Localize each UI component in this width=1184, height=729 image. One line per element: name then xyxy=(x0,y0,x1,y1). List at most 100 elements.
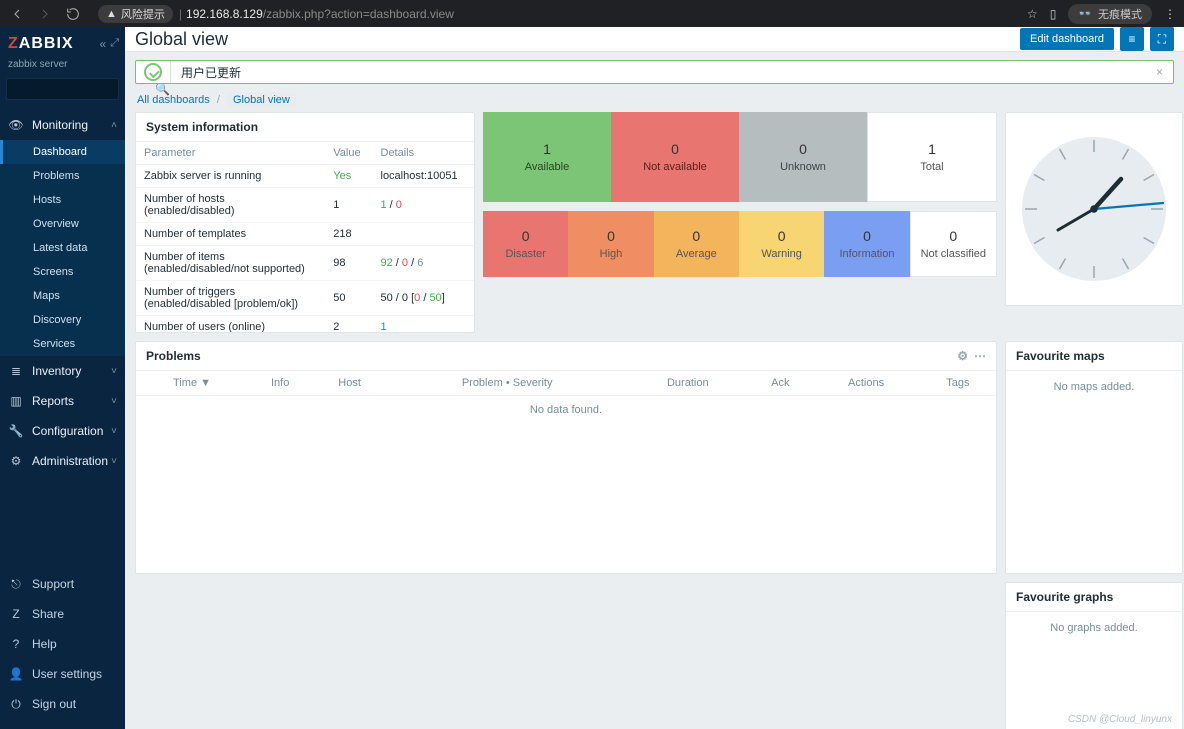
problems-th[interactable]: Problem • Severity xyxy=(387,371,627,396)
sidebar-item-services[interactable]: Services xyxy=(0,332,125,356)
nav-reports-label: Reports xyxy=(32,394,74,408)
gear-icon: ⚙ xyxy=(8,453,24,469)
chevron-down-icon: ˅ xyxy=(111,456,117,467)
status-tile-total[interactable]: 1Total xyxy=(867,112,997,202)
breadcrumb: All dashboards / Global view xyxy=(125,84,1184,112)
status-tile-not-classified[interactable]: 0Not classified xyxy=(910,211,997,277)
nav-inventory-label: Inventory xyxy=(32,364,81,378)
wrench-icon: 🔧 xyxy=(8,423,24,439)
favgraphs-empty: No graphs added. xyxy=(1006,612,1182,644)
sidebar-share[interactable]: ZShare xyxy=(0,599,125,629)
nav-configuration-label: Configuration xyxy=(32,424,103,438)
titlebar: Global view Edit dashboard ≡ ⛶ xyxy=(125,27,1184,52)
status-tile-not-available[interactable]: 0Not available xyxy=(611,112,739,202)
nav-reports[interactable]: ▥ Reports ˅ xyxy=(0,386,125,416)
problems-th[interactable]: Duration xyxy=(627,371,748,396)
user-settings-icon: 👤 xyxy=(8,666,24,682)
sysinfo-row: Zabbix server is runningYeslocalhost:100… xyxy=(136,165,474,188)
sysinfo-title: System information xyxy=(146,120,258,134)
problems-th[interactable]: Info xyxy=(248,371,312,396)
collapse-icon[interactable]: « xyxy=(100,37,107,51)
zabbix-logo[interactable]: ZABBIX xyxy=(8,35,74,53)
clock-widget xyxy=(1005,112,1183,306)
zabbix-host-label: zabbix server xyxy=(0,57,125,78)
brand-row: ZABBIX « ⤢ xyxy=(8,35,119,53)
sidebar-item-problems[interactable]: Problems xyxy=(0,164,125,188)
fullscreen-button[interactable]: ⛶ xyxy=(1150,27,1174,51)
risk-label: 风险提示 xyxy=(121,6,165,22)
nav-configuration[interactable]: 🔧 Configuration ˅ xyxy=(0,416,125,446)
popout-icon[interactable]: ⤢ xyxy=(110,37,119,51)
sidebar-item-maps[interactable]: Maps xyxy=(0,284,125,308)
sidebar-help[interactable]: ?Help xyxy=(0,629,125,659)
alert-text: 用户已更新 xyxy=(181,64,241,81)
problems-th[interactable]: Time ▼ xyxy=(136,371,248,396)
sidebar-sign-out[interactable]: ⏻Sign out xyxy=(0,689,125,719)
gear-icon[interactable]: ⚙ xyxy=(957,349,968,363)
sidebar-item-screens[interactable]: Screens xyxy=(0,260,125,284)
nav-back-button[interactable] xyxy=(8,5,26,23)
problems-th[interactable]: Tags xyxy=(920,371,996,396)
sign-out-icon: ⏻ xyxy=(8,696,24,712)
nav-administration[interactable]: ⚙ Administration ˅ xyxy=(0,446,125,476)
url-security-chip[interactable]: ▲ 风险提示 xyxy=(98,5,173,23)
breadcrumb-all-dashboards[interactable]: All dashboards xyxy=(137,94,210,106)
nav-monitoring[interactable]: 👁 Monitoring ˄ xyxy=(0,110,125,140)
chevron-down-icon: ˅ xyxy=(111,396,117,407)
problems-title: Problems xyxy=(146,349,201,363)
status-tile-information[interactable]: 0Information xyxy=(824,211,909,277)
status-tile-available[interactable]: 1Available xyxy=(483,112,611,202)
clock-face xyxy=(1019,134,1169,284)
sidebar-item-hosts[interactable]: Hosts xyxy=(0,188,125,212)
sidebar-item-overview[interactable]: Overview xyxy=(0,212,125,236)
incognito-icon: 👓 xyxy=(1078,7,1092,20)
th-value: Value xyxy=(325,142,372,165)
nav-reload-button[interactable] xyxy=(64,5,82,23)
status-tile-warning[interactable]: 0Warning xyxy=(739,211,824,277)
status-tile-average[interactable]: 0Average xyxy=(654,211,739,277)
bar-chart-icon: ▥ xyxy=(8,393,24,409)
sidebar-item-dashboard[interactable]: Dashboard xyxy=(0,140,125,164)
sidebar-search[interactable]: 🔍 xyxy=(6,78,119,100)
eye-icon: 👁 xyxy=(8,117,24,133)
sysinfo-row: Number of templates218 xyxy=(136,223,474,246)
problems-th[interactable]: Ack xyxy=(748,371,812,396)
warning-icon: ▲ xyxy=(106,8,117,20)
check-circle-icon xyxy=(136,63,170,81)
bookmark-star-icon[interactable]: ☆ xyxy=(1027,7,1038,21)
main: Global view Edit dashboard ≡ ⛶ 用户已更新 × A… xyxy=(125,27,1184,729)
status-tile-high[interactable]: 0High xyxy=(568,211,653,277)
panel-icon[interactable]: ▯ xyxy=(1050,7,1057,21)
sysinfo-row: Number of hosts (enabled/disabled)11 / 0 xyxy=(136,188,474,223)
nav-administration-label: Administration xyxy=(32,454,108,468)
problems-th[interactable]: Host xyxy=(312,371,387,396)
sidebar: ZABBIX « ⤢ zabbix server 🔍 👁 Monitoring … xyxy=(0,27,125,729)
sidebar-item-discovery[interactable]: Discovery xyxy=(0,308,125,332)
sysinfo-row: Number of triggers (enabled/disabled [pr… xyxy=(136,281,474,316)
status-tile-unknown[interactable]: 0Unknown xyxy=(739,112,867,202)
nav-monitoring-label: Monitoring xyxy=(32,118,88,132)
edit-dashboard-button[interactable]: Edit dashboard xyxy=(1020,28,1114,50)
alert-close-button[interactable]: × xyxy=(1146,65,1173,79)
sidebar-item-latest-data[interactable]: Latest data xyxy=(0,236,125,260)
status-widgets: 1Available0Not available0Unknown1Total 0… xyxy=(483,112,997,333)
incognito-chip[interactable]: 👓 无痕模式 xyxy=(1068,4,1152,24)
list-view-button[interactable]: ≡ xyxy=(1120,27,1144,51)
status-tile-disaster[interactable]: 0Disaster xyxy=(483,211,568,277)
sidebar-user-settings[interactable]: 👤User settings xyxy=(0,659,125,689)
sysinfo-row: Number of items (enabled/disabled/not su… xyxy=(136,246,474,281)
browser-bar: ▲ 风险提示 | 192.168.8.129/zabbix.php?action… xyxy=(0,0,1184,27)
th-parameter: Parameter xyxy=(136,142,325,165)
system-information-card: System information Parameter Value Detai… xyxy=(135,112,475,333)
kebab-menu-icon[interactable]: ⋮ xyxy=(1164,7,1176,21)
url-text[interactable]: 192.168.8.129/zabbix.php?action=dashboar… xyxy=(186,7,454,21)
watermark: CSDN @Cloud_linyunx xyxy=(1068,714,1172,725)
nav-forward-button[interactable] xyxy=(36,5,54,23)
support-icon: ⎋ xyxy=(8,576,24,592)
sidebar-support[interactable]: ⎋Support xyxy=(0,569,125,599)
nav-inventory[interactable]: ≣ Inventory ˅ xyxy=(0,356,125,386)
chevron-down-icon: ˅ xyxy=(111,426,117,437)
th-details: Details xyxy=(373,142,475,165)
more-icon[interactable]: ⋯ xyxy=(974,349,986,363)
problems-th[interactable]: Actions xyxy=(812,371,919,396)
